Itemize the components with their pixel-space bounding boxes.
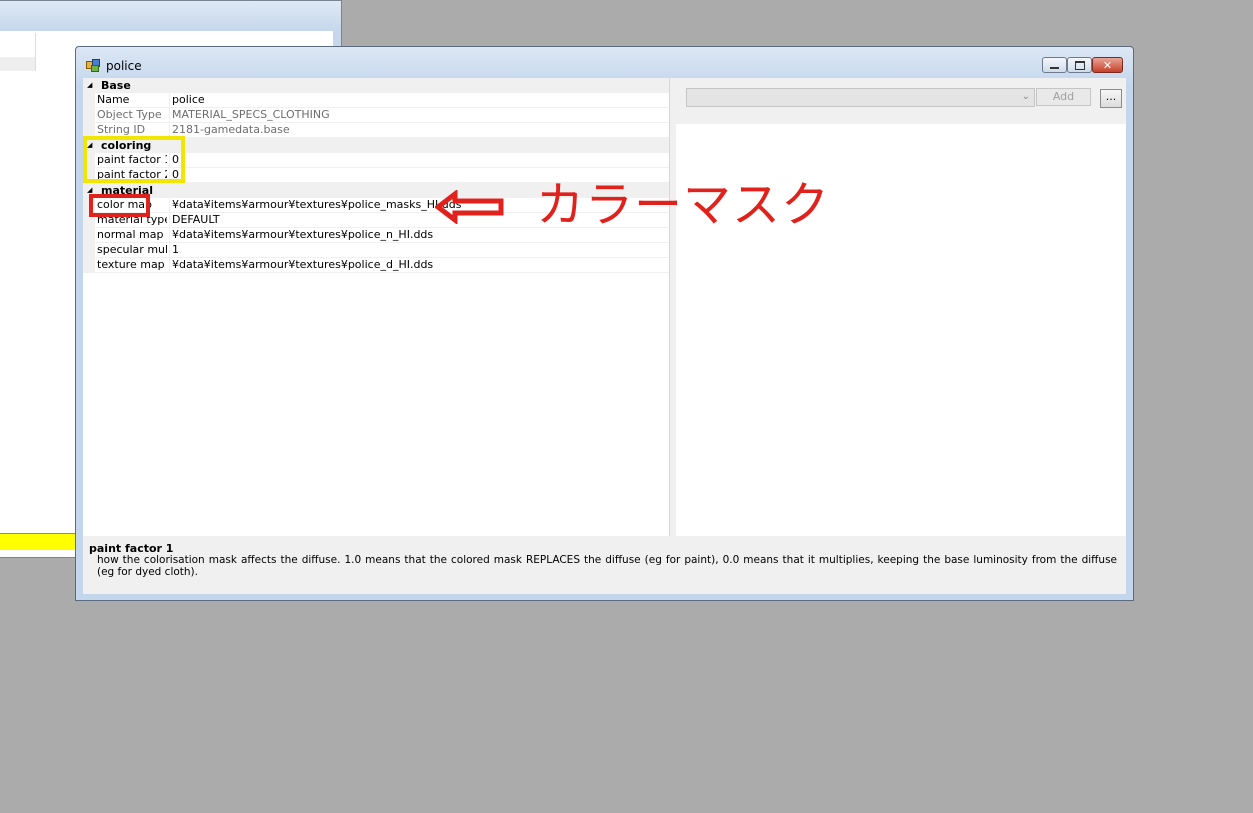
- window-title: police: [106, 59, 142, 73]
- property-name: normal map: [97, 228, 164, 241]
- browse-button[interactable]: ...: [1100, 89, 1122, 108]
- close-button[interactable]: ✕: [1092, 57, 1123, 73]
- property-value[interactable]: ¥data¥items¥armour¥textures¥police_n_HI.…: [172, 228, 433, 242]
- add-button[interactable]: Add: [1036, 88, 1091, 106]
- collapse-triangle-icon[interactable]: ◢: [87, 78, 92, 93]
- yellow-highlight-box: [83, 136, 185, 183]
- property-value[interactable]: DEFAULT: [172, 213, 220, 227]
- property-value[interactable]: 1: [172, 243, 179, 257]
- app-icon: [86, 59, 100, 72]
- description-text: how the colorisation mask affects the di…: [97, 554, 1117, 578]
- property-name: Object Type: [97, 108, 162, 121]
- property-value[interactable]: ¥data¥items¥armour¥textures¥police_masks…: [172, 198, 461, 212]
- property-row-object-type[interactable]: Object Type MATERIAL_SPECS_CLOTHING: [83, 108, 669, 123]
- window-controls: ✕: [1042, 57, 1123, 74]
- property-name: specular mult: [97, 243, 167, 256]
- background-list-row: [0, 57, 35, 71]
- chevron-down-icon[interactable]: ⌄: [1022, 91, 1030, 102]
- property-value[interactable]: police: [172, 93, 205, 107]
- police-window: police ✕ ◢ Base Name police Object Type: [75, 46, 1134, 601]
- property-name: Name: [97, 93, 130, 106]
- annotation-label: カラーマスク: [536, 177, 831, 233]
- red-highlight-box: [89, 194, 150, 217]
- property-row-specular-mult[interactable]: specular mult 1: [83, 243, 669, 258]
- minimize-button[interactable]: [1042, 57, 1067, 73]
- property-value: MATERIAL_SPECS_CLOTHING: [172, 108, 330, 121]
- property-name: String ID: [97, 123, 146, 136]
- maximize-button[interactable]: [1067, 57, 1092, 73]
- property-value[interactable]: ¥data¥items¥armour¥textures¥police_d_HI.…: [172, 258, 433, 272]
- property-value: 2181-gamedata.base: [172, 123, 290, 136]
- window-client-area: ◢ Base Name police Object Type MATERIAL_…: [83, 78, 1126, 594]
- category-label: Base: [101, 79, 131, 92]
- right-pane: ⌄ Add ...: [676, 78, 1126, 536]
- property-name: texture map: [97, 258, 165, 271]
- red-arrow-icon: [435, 190, 504, 224]
- category-base[interactable]: ◢ Base: [83, 78, 669, 93]
- item-type-dropdown[interactable]: ⌄: [686, 88, 1035, 107]
- property-row-name[interactable]: Name police: [83, 93, 669, 108]
- titlebar[interactable]: police ✕: [76, 47, 1133, 79]
- property-row-texture-map[interactable]: texture map ¥data¥items¥armour¥textures¥…: [83, 258, 669, 273]
- description-panel: paint factor 1 how the colorisation mask…: [83, 538, 1126, 594]
- background-window-titlebar: [0, 1, 341, 31]
